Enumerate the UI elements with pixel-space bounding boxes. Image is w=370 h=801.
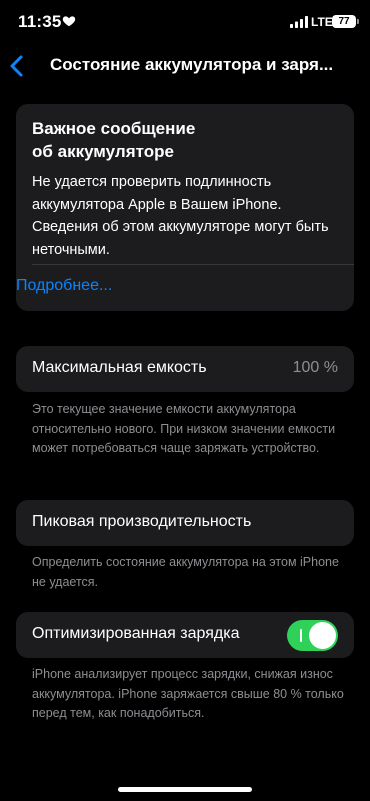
alert-body: Не удается проверить подлинность аккумул… bbox=[32, 174, 329, 258]
battery-tip bbox=[357, 19, 359, 24]
alert-title-line1: Важное сообщение bbox=[32, 119, 196, 138]
max-capacity-footnote: Это текущее значение емкости аккумулятор… bbox=[32, 402, 336, 455]
chevron-left-icon bbox=[10, 55, 23, 77]
optimized-charging-footnote: iPhone анализирует процесс зарядки, сниж… bbox=[32, 667, 344, 720]
page-title: Состояние аккумулятора и заря... bbox=[50, 55, 334, 74]
network-type-label: LTE bbox=[311, 15, 333, 29]
optimized-charging-label: Оптимизированная зарядка bbox=[32, 625, 240, 642]
alert-title: Важное сообщение об аккумуляторе bbox=[32, 117, 332, 163]
toggle-knob bbox=[309, 622, 336, 649]
peak-performance-row: Пиковая производительность bbox=[16, 500, 354, 546]
max-capacity-row: Максимальная емкость 100 % bbox=[16, 346, 354, 392]
battery-icon: 77 bbox=[332, 15, 356, 28]
status-time: 11:35 bbox=[18, 12, 62, 31]
peak-performance-label: Пиковая производительность bbox=[32, 513, 252, 530]
peak-performance-footnote: Определить состояние аккумулятора на это… bbox=[32, 555, 339, 589]
optimized-charging-toggle[interactable] bbox=[287, 620, 338, 651]
back-button[interactable] bbox=[4, 50, 34, 82]
nav-bar: Состояние аккумулятора и заря... bbox=[0, 44, 370, 88]
optimized-charging-row: Оптимизированная зарядка bbox=[16, 612, 354, 658]
divider bbox=[32, 264, 354, 265]
alert-title-line2: об аккумуляторе bbox=[32, 142, 174, 161]
home-indicator[interactable] bbox=[118, 787, 252, 792]
heart-icon bbox=[62, 16, 76, 27]
status-bar: 11:35 LTE 77 bbox=[0, 0, 370, 44]
max-capacity-label: Максимальная емкость bbox=[32, 359, 207, 376]
max-capacity-value: 100 % bbox=[292, 359, 338, 376]
learn-more-link[interactable]: Подробнее... bbox=[16, 277, 112, 295]
toggle-on-indicator bbox=[300, 629, 302, 642]
signal-icon bbox=[290, 16, 308, 28]
battery-level: 77 bbox=[338, 16, 350, 27]
